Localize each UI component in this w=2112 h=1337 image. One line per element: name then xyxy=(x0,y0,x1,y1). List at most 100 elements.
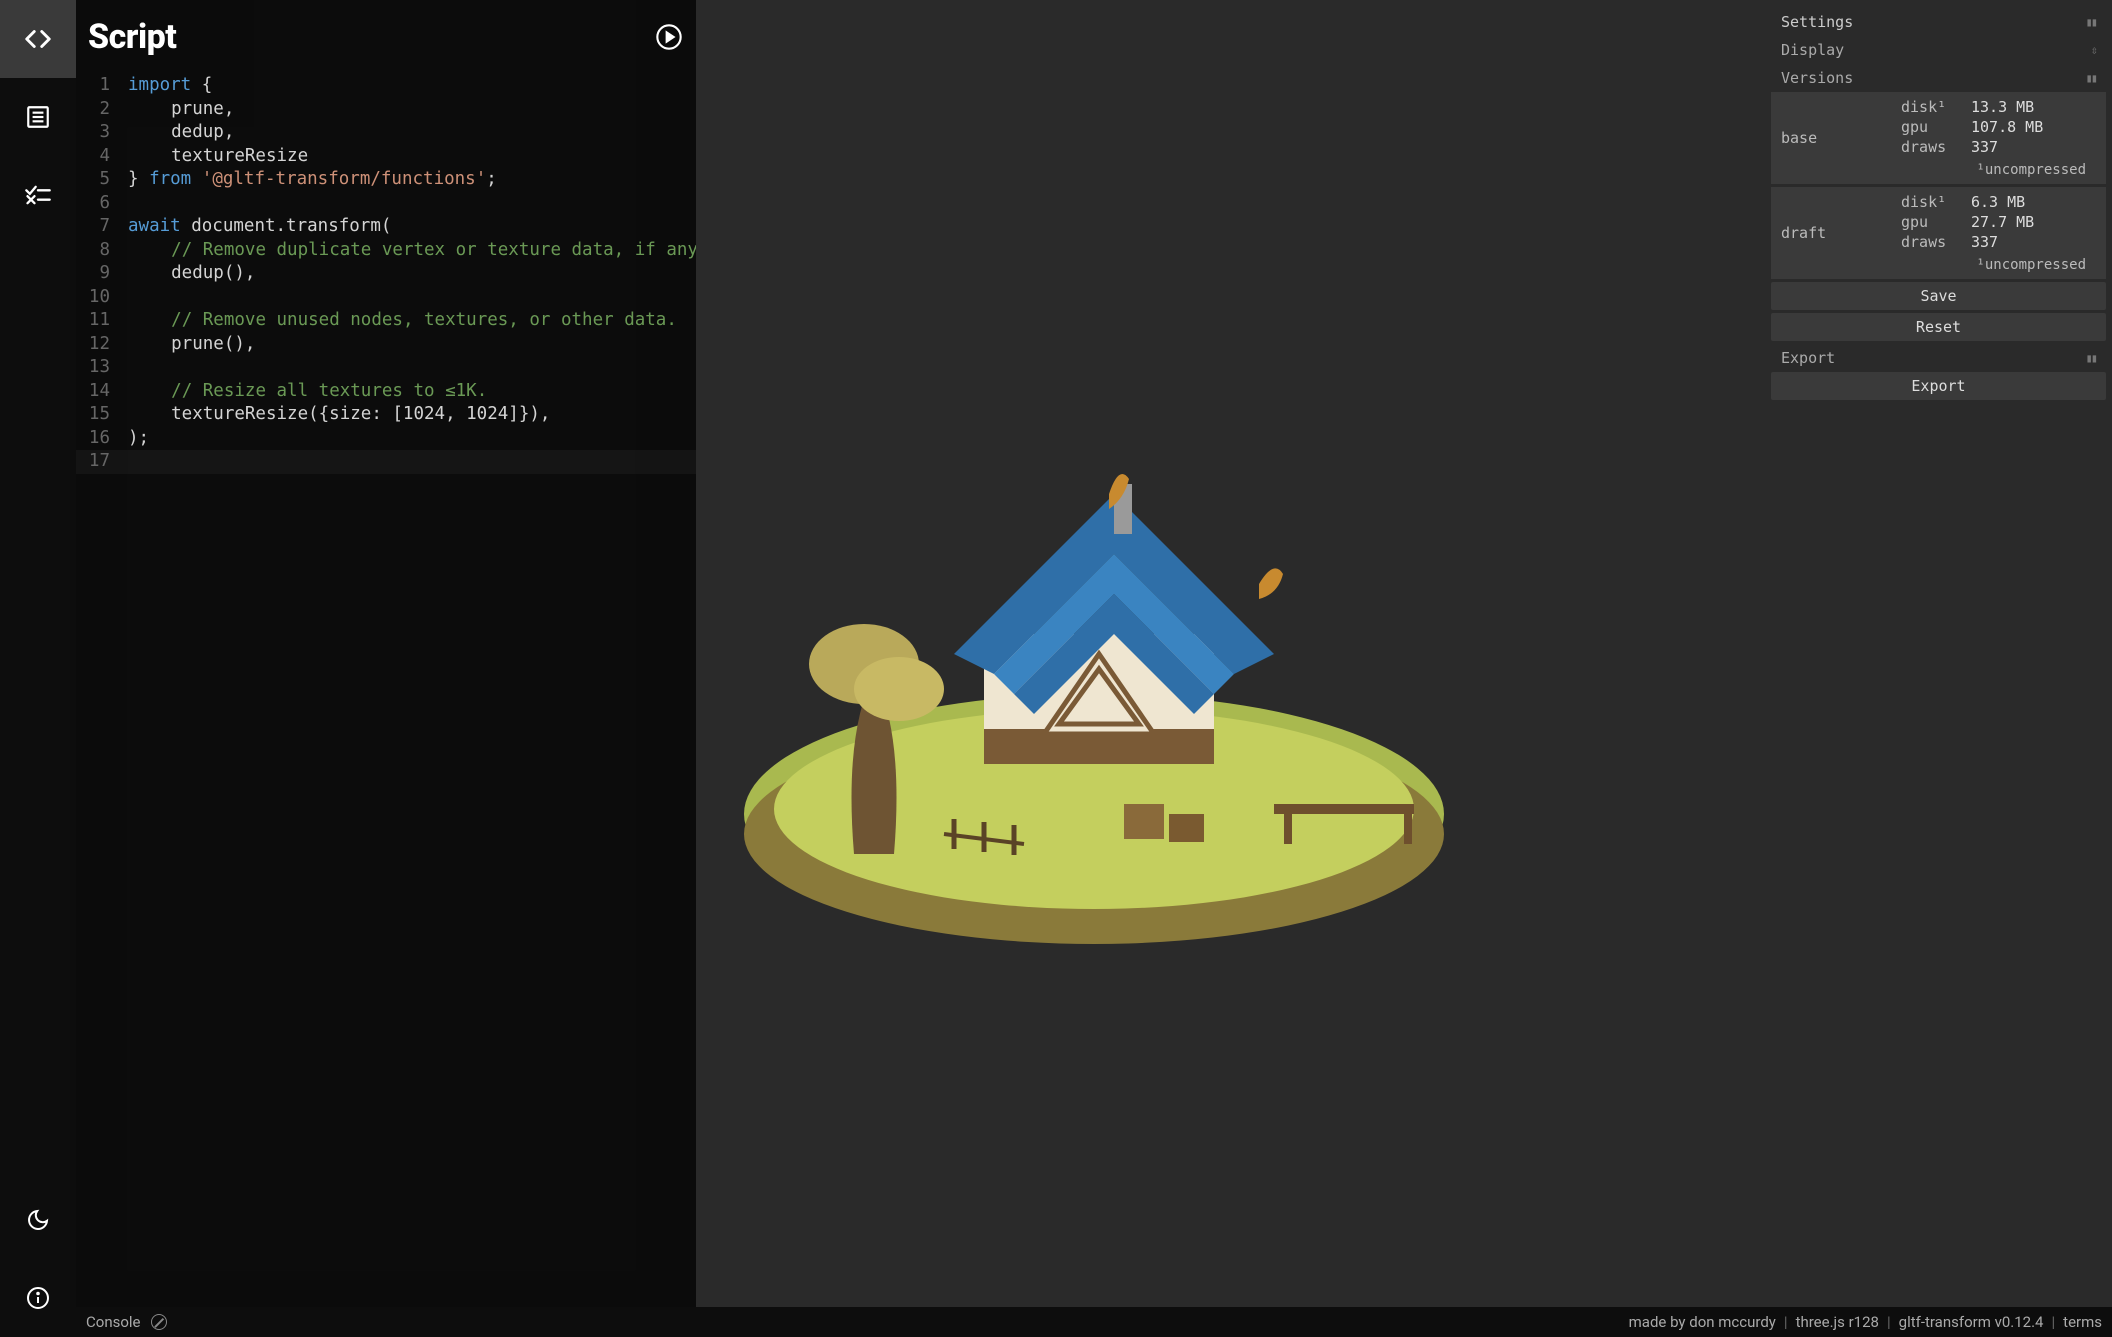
metric-value: 13.3 MB xyxy=(1971,98,2096,116)
code-line[interactable]: 6 xyxy=(76,192,696,216)
display-header[interactable]: Display ⇳ xyxy=(1771,36,2106,64)
line-number: 3 xyxy=(76,121,128,145)
line-number: 2 xyxy=(76,98,128,122)
code-line[interactable]: 5} from '@gltf-transform/functions'; xyxy=(76,168,696,192)
line-number: 16 xyxy=(76,427,128,451)
line-number: 15 xyxy=(76,403,128,427)
sidebar-item-list[interactable] xyxy=(0,78,76,156)
metric-note: ¹uncompressed xyxy=(1901,158,2096,184)
code-line[interactable]: 10 xyxy=(76,286,696,310)
line-content: textureResize xyxy=(128,145,696,169)
settings-label: Settings xyxy=(1781,13,1853,31)
code-line[interactable]: 13 xyxy=(76,356,696,380)
code-line[interactable]: 16); xyxy=(76,427,696,451)
code-line[interactable]: 11 // Remove unused nodes, textures, or … xyxy=(76,309,696,333)
line-content xyxy=(128,192,696,216)
line-number: 10 xyxy=(76,286,128,310)
version-name: draft xyxy=(1771,187,1891,279)
line-content: dedup, xyxy=(128,121,696,145)
script-panel: Script 1import {2 prune,3 dedup,4 textur… xyxy=(76,0,696,1307)
settings-panel: Settings ▮▮ Display ⇳ Versions ▮▮ basedi… xyxy=(1771,8,2106,403)
line-number: 12 xyxy=(76,333,128,357)
code-line[interactable]: 3 dedup, xyxy=(76,121,696,145)
line-content xyxy=(128,356,696,380)
code-line[interactable]: 2 prune, xyxy=(76,98,696,122)
version-metrics: disk¹13.3 MBgpu107.8 MBdraws337¹uncompre… xyxy=(1891,92,2106,184)
metric-key: disk¹ xyxy=(1901,193,1971,211)
expand-icon: ⇳ xyxy=(2091,43,2096,57)
code-line[interactable]: 12 prune(), xyxy=(76,333,696,357)
info-icon xyxy=(26,1286,50,1310)
metric-key: draws xyxy=(1901,233,1971,251)
code-line[interactable]: 9 dedup(), xyxy=(76,262,696,286)
metric-value: 6.3 MB xyxy=(1971,193,2096,211)
list-icon xyxy=(25,104,51,130)
line-content: prune, xyxy=(128,98,696,122)
line-content: } from '@gltf-transform/functions'; xyxy=(128,168,696,192)
sidebar-item-script[interactable] xyxy=(0,0,76,78)
line-number: 5 xyxy=(76,168,128,192)
settings-header[interactable]: Settings ▮▮ xyxy=(1771,8,2106,36)
code-editor[interactable]: 1import {2 prune,3 dedup,4 textureResize… xyxy=(76,70,696,1307)
metric-key: draws xyxy=(1901,138,1971,156)
export-section-label: Export xyxy=(1781,349,1835,367)
code-line[interactable]: 4 textureResize xyxy=(76,145,696,169)
line-number: 7 xyxy=(76,215,128,239)
line-content: // Remove duplicate vertex or texture da… xyxy=(128,239,696,263)
play-circle-icon xyxy=(655,23,683,51)
line-number: 4 xyxy=(76,145,128,169)
line-number: 13 xyxy=(76,356,128,380)
line-number: 1 xyxy=(76,74,128,98)
credits-link[interactable]: made by don mccurdy xyxy=(1629,1313,1776,1331)
moon-icon xyxy=(26,1208,50,1232)
code-line[interactable]: 7await document.transform( xyxy=(76,215,696,239)
pause-icon: ▮▮ xyxy=(2086,351,2096,365)
line-number: 11 xyxy=(76,309,128,333)
script-title: Script xyxy=(88,17,176,57)
save-button[interactable]: Save xyxy=(1771,282,2106,310)
code-line[interactable]: 15 textureResize({size: [1024, 1024]}), xyxy=(76,403,696,427)
metric-key: disk¹ xyxy=(1901,98,1971,116)
export-header[interactable]: Export ▮▮ xyxy=(1771,344,2106,372)
sidebar xyxy=(0,0,76,1337)
code-icon xyxy=(23,24,53,54)
line-content xyxy=(128,286,696,310)
metric-note: ¹uncompressed xyxy=(1901,253,2096,279)
model-preview-icon xyxy=(714,334,1474,974)
line-number: 9 xyxy=(76,262,128,286)
line-content xyxy=(128,450,696,474)
line-number: 8 xyxy=(76,239,128,263)
export-button[interactable]: Export xyxy=(1771,372,2106,400)
line-number: 14 xyxy=(76,380,128,404)
code-line[interactable]: 14 // Resize all textures to ≤1K. xyxy=(76,380,696,404)
code-line[interactable]: 8 // Remove duplicate vertex or texture … xyxy=(76,239,696,263)
sidebar-item-theme[interactable] xyxy=(0,1181,76,1259)
metric-key: gpu xyxy=(1901,213,1971,231)
gltf-link[interactable]: gltf-transform v0.12.4 xyxy=(1899,1313,2044,1331)
metric-key: gpu xyxy=(1901,118,1971,136)
line-number: 17 xyxy=(76,450,128,474)
line-content: import { xyxy=(128,74,696,98)
pause-icon: ▮▮ xyxy=(2086,15,2096,29)
versions-header[interactable]: Versions ▮▮ xyxy=(1771,64,2106,92)
main-area: Script 1import {2 prune,3 dedup,4 textur… xyxy=(76,0,2112,1307)
reset-button[interactable]: Reset xyxy=(1771,313,2106,341)
run-button[interactable] xyxy=(654,22,684,52)
threejs-link[interactable]: three.js r128 xyxy=(1796,1313,1879,1331)
ban-icon[interactable] xyxy=(151,1314,167,1330)
metric-value: 27.7 MB xyxy=(1971,213,2096,231)
version-row: basedisk¹13.3 MBgpu107.8 MBdraws337¹unco… xyxy=(1771,92,2106,184)
metric-value: 337 xyxy=(1971,233,2096,251)
code-line[interactable]: 17 xyxy=(76,450,696,474)
sidebar-item-tasks[interactable] xyxy=(0,156,76,234)
console-toggle[interactable]: Console xyxy=(86,1313,141,1331)
sidebar-item-info[interactable] xyxy=(0,1259,76,1337)
line-content: await document.transform( xyxy=(128,215,696,239)
pause-icon: ▮▮ xyxy=(2086,71,2096,85)
versions-label: Versions xyxy=(1781,69,1853,87)
code-line[interactable]: 1import { xyxy=(76,74,696,98)
line-content: dedup(), xyxy=(128,262,696,286)
terms-link[interactable]: terms xyxy=(2063,1313,2102,1331)
version-metrics: disk¹6.3 MBgpu27.7 MBdraws337 ¹uncompress… xyxy=(1891,187,2106,279)
version-name: base xyxy=(1771,92,1891,184)
